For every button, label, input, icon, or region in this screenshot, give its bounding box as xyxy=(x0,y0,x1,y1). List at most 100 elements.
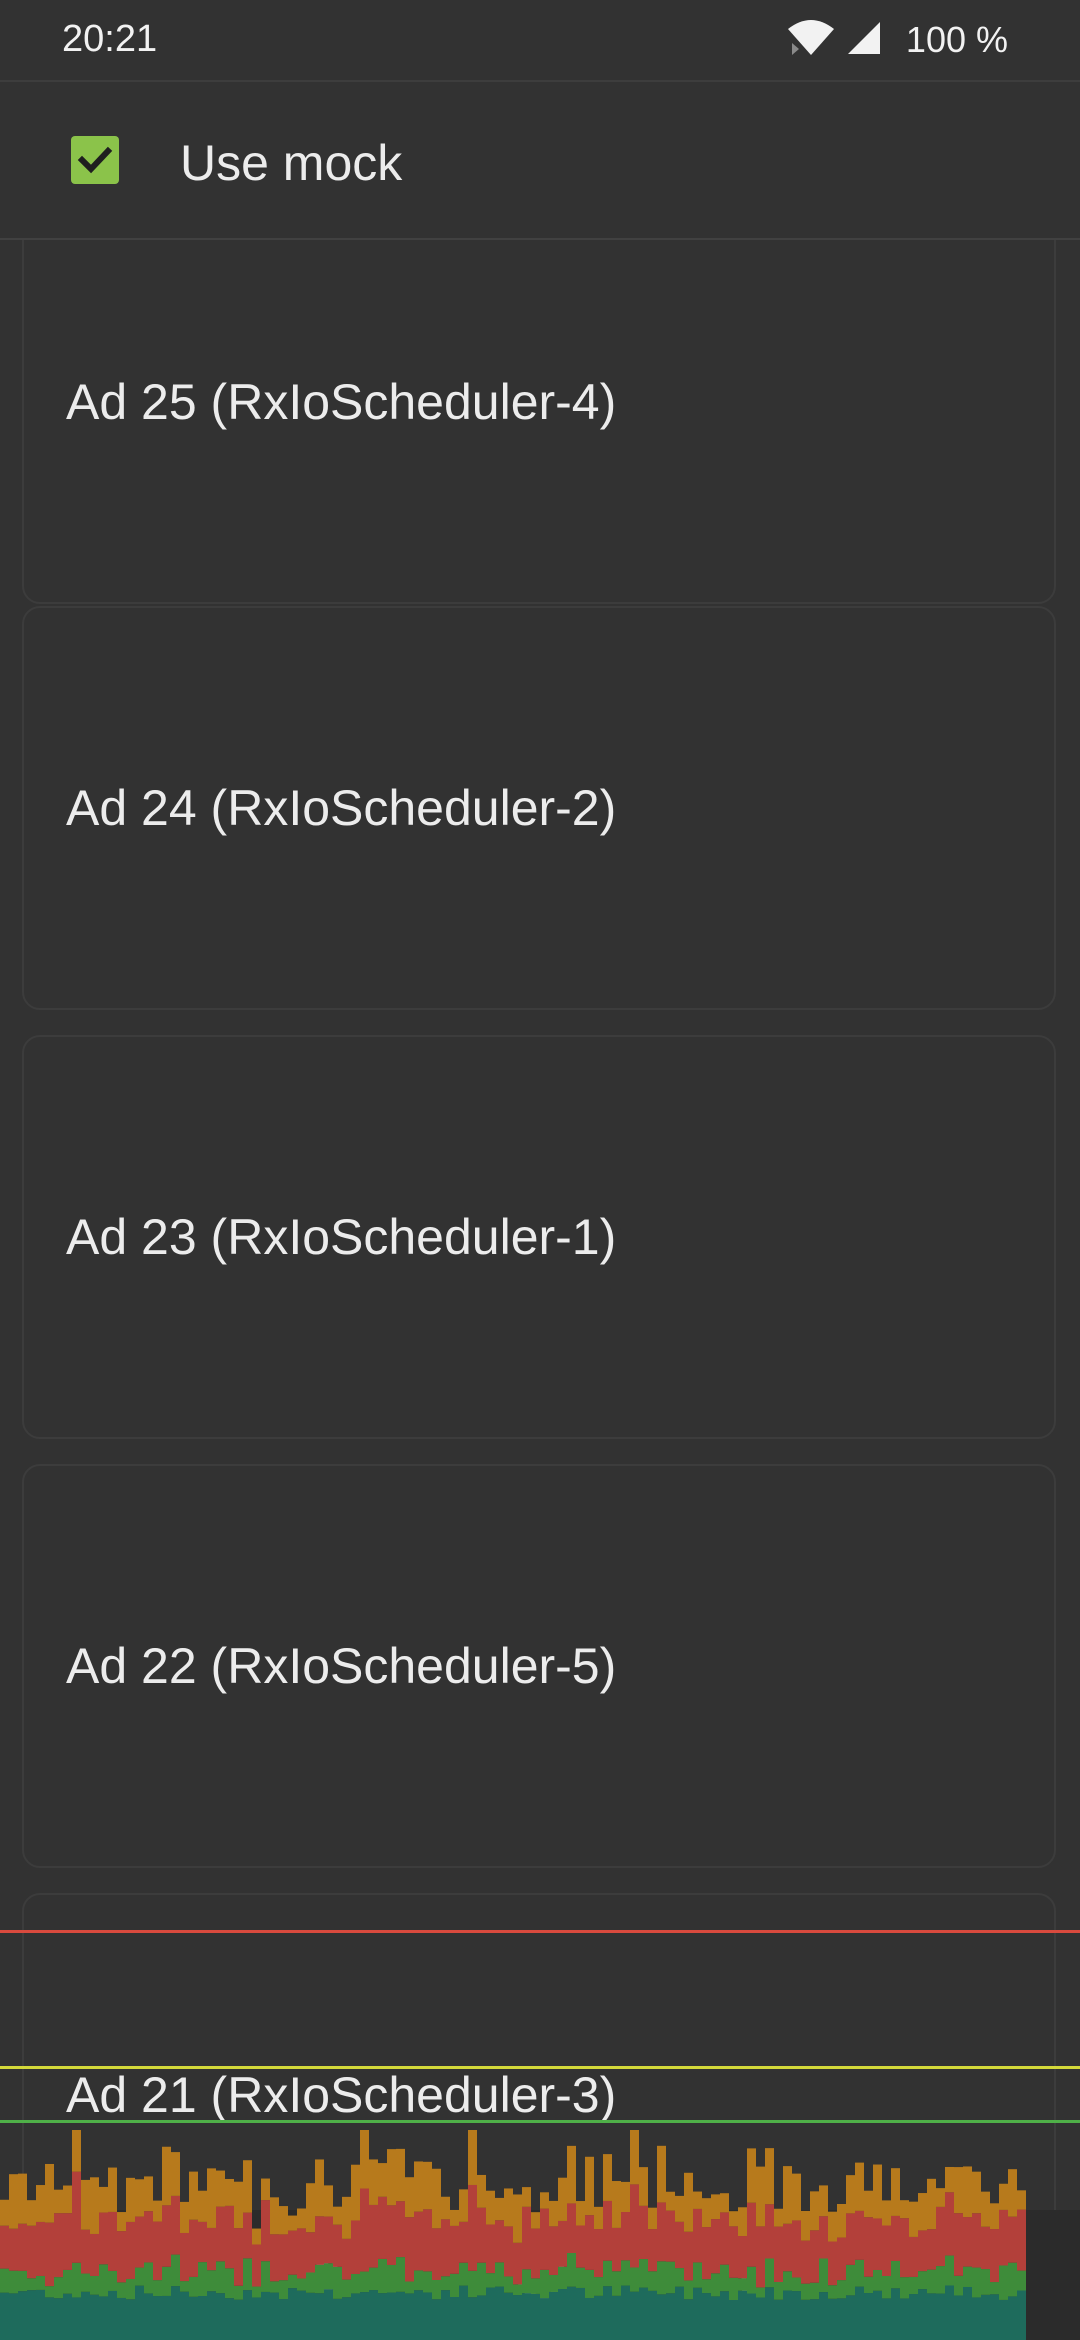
profile-bar-segment xyxy=(639,2287,648,2340)
profile-bar-segment xyxy=(378,2293,387,2340)
profile-bar-segment xyxy=(288,2288,297,2340)
profile-bar-segment xyxy=(18,2223,27,2271)
profile-bar-segment xyxy=(630,2184,639,2268)
profile-bar-segment xyxy=(18,2291,27,2340)
profile-bar-segment xyxy=(909,2276,918,2295)
profile-bar-segment xyxy=(666,2261,675,2294)
profile-bar-segment xyxy=(603,2286,612,2340)
profile-bar-segment xyxy=(531,2212,540,2229)
profile-bar-segment xyxy=(828,2285,837,2299)
profile-bar-segment xyxy=(189,2296,198,2340)
profile-bar-segment xyxy=(819,2292,828,2340)
profile-bar-segment xyxy=(900,2277,909,2299)
profile-bar-segment xyxy=(189,2276,198,2297)
profile-bar-segment xyxy=(855,2210,864,2260)
profile-bar-segment xyxy=(729,2211,738,2227)
profile-bar-segment xyxy=(666,2210,675,2262)
profile-bar-segment xyxy=(864,2190,873,2218)
profile-bar-segment xyxy=(189,2219,198,2277)
profile-bar-segment xyxy=(936,2206,945,2267)
profile-bar-segment xyxy=(999,2299,1008,2340)
profile-bar-segment xyxy=(27,2278,36,2291)
use-mock-label[interactable]: Use mock xyxy=(180,134,402,192)
profile-bar-segment xyxy=(891,2288,900,2340)
profile-bar-segment xyxy=(0,2199,9,2226)
profile-bar-segment xyxy=(945,2166,954,2193)
profile-bar-segment xyxy=(927,2178,936,2230)
profile-bar-segment xyxy=(783,2290,792,2340)
profile-bar-segment xyxy=(342,2297,351,2340)
profile-bar-segment xyxy=(801,2240,810,2284)
cell-signal-icon xyxy=(846,20,882,61)
list-item[interactable]: Ad 25 (RxIoScheduler-4) xyxy=(22,240,1056,604)
profile-bar-segment xyxy=(720,2212,729,2265)
profile-bar-segment xyxy=(18,2270,27,2292)
profile-bar-segment xyxy=(108,2167,117,2212)
profile-bar-segment xyxy=(279,2234,288,2281)
profile-bar-segment xyxy=(414,2161,423,2212)
profile-bar-segment xyxy=(639,2167,648,2206)
profile-bar-segment xyxy=(414,2290,423,2340)
profile-bar-segment xyxy=(828,2298,837,2340)
list-item[interactable]: Ad 22 (RxIoScheduler-5) xyxy=(22,1464,1056,1868)
profile-bar-segment xyxy=(432,2299,441,2340)
profile-bar-segment xyxy=(954,2295,963,2340)
profile-bar-segment xyxy=(756,2166,765,2227)
profile-bar-segment xyxy=(450,2209,459,2226)
profile-bar-segment xyxy=(549,2200,558,2227)
profile-bar-segment xyxy=(162,2266,171,2296)
profile-bar-segment xyxy=(243,2290,252,2340)
profile-bar-segment xyxy=(909,2201,918,2237)
profile-bar-segment xyxy=(153,2280,162,2297)
use-mock-checkbox[interactable] xyxy=(71,136,119,184)
profile-bar-segment xyxy=(675,2268,684,2287)
profile-bar-segment xyxy=(72,2130,81,2172)
profile-bar-segment xyxy=(405,2281,414,2294)
profile-bar-segment xyxy=(117,2282,126,2298)
ad-list[interactable]: Ad 25 (RxIoScheduler-4) Ad 24 (RxIoSched… xyxy=(0,240,1080,2210)
profile-bar-segment xyxy=(171,2286,180,2340)
profile-bar-segment xyxy=(540,2298,549,2340)
profile-bar-segment xyxy=(711,2219,720,2274)
profile-bar-segment xyxy=(918,2230,927,2272)
profile-bar-segment xyxy=(432,2168,441,2229)
profile-bar-segment xyxy=(774,2208,783,2227)
profile-bar-segment xyxy=(567,2286,576,2340)
profile-bar-segment xyxy=(387,2264,396,2293)
list-item[interactable]: Ad 23 (RxIoScheduler-1) xyxy=(22,1035,1056,1439)
profile-bar-segment xyxy=(297,2278,306,2291)
profile-bar-segment xyxy=(378,2196,387,2259)
profile-bar-segment xyxy=(1008,2262,1017,2297)
profile-bar-segment xyxy=(378,2163,387,2197)
profile-bar-segment xyxy=(198,2190,207,2222)
profile-bar-segment xyxy=(855,2162,864,2211)
profile-bar-segment xyxy=(522,2187,531,2207)
profile-bar-segment xyxy=(828,2241,837,2286)
profile-bar-segment xyxy=(549,2291,558,2340)
profile-bar-segment xyxy=(513,2194,522,2243)
profile-bar-segment xyxy=(522,2293,531,2340)
profile-bar-segment xyxy=(603,2260,612,2287)
profile-bar-segment xyxy=(216,2261,225,2294)
profile-bar-segment xyxy=(90,2294,99,2340)
profile-bar-segment xyxy=(747,2148,756,2203)
profile-bar-segment xyxy=(576,2201,585,2226)
profile-bar-segment xyxy=(702,2293,711,2340)
profile-bar-segment xyxy=(792,2173,801,2221)
profile-bar-segment xyxy=(225,2298,234,2340)
profile-bar-segment xyxy=(126,2221,135,2279)
profile-bar-segment xyxy=(882,2275,891,2299)
list-item[interactable]: Ad 24 (RxIoScheduler-2) xyxy=(22,606,1056,1010)
profile-bar-segment xyxy=(486,2224,495,2274)
profile-bar-segment xyxy=(612,2271,621,2296)
profile-bar-segment xyxy=(405,2217,414,2282)
profile-bar-segment xyxy=(441,2196,450,2220)
profile-bar-segment xyxy=(909,2294,918,2340)
profile-bar-segment xyxy=(243,2212,252,2259)
profile-bar-segment xyxy=(189,2171,198,2220)
list-item-label: Ad 23 (RxIoScheduler-1) xyxy=(66,1209,617,1265)
profile-bar-segment xyxy=(369,2267,378,2291)
profile-bar-segment xyxy=(513,2242,522,2285)
profile-bar-segment xyxy=(666,2191,675,2211)
profile-bar-segment xyxy=(891,2168,900,2216)
